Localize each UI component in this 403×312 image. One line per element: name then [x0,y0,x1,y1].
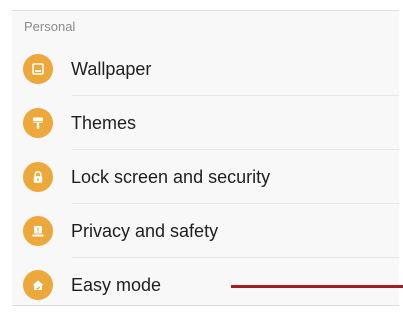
settings-item-label: Easy mode [71,274,162,295]
settings-item-label: Privacy and safety [71,220,219,241]
settings-item-wallpaper[interactable]: Wallpaper [12,42,399,96]
settings-panel: Personal Wallpaper Themes Lock screen an… [12,10,399,306]
settings-item-label: Wallpaper [71,58,152,79]
section-header-personal: Personal [24,19,76,34]
settings-item-lock-screen-security[interactable]: Lock screen and security [12,150,399,204]
settings-item-label: Themes [71,112,137,133]
wallpaper-icon [23,54,53,84]
themes-brush-icon [23,108,53,138]
privacy-safety-icon [23,216,53,246]
easy-mode-home-icon [23,270,53,300]
settings-item-label: Lock screen and security [71,166,271,187]
settings-item-themes[interactable]: Themes [12,96,399,150]
annotation-pointer-line [231,285,403,288]
lock-icon [23,162,53,192]
settings-item-privacy-safety[interactable]: Privacy and safety [12,204,399,258]
